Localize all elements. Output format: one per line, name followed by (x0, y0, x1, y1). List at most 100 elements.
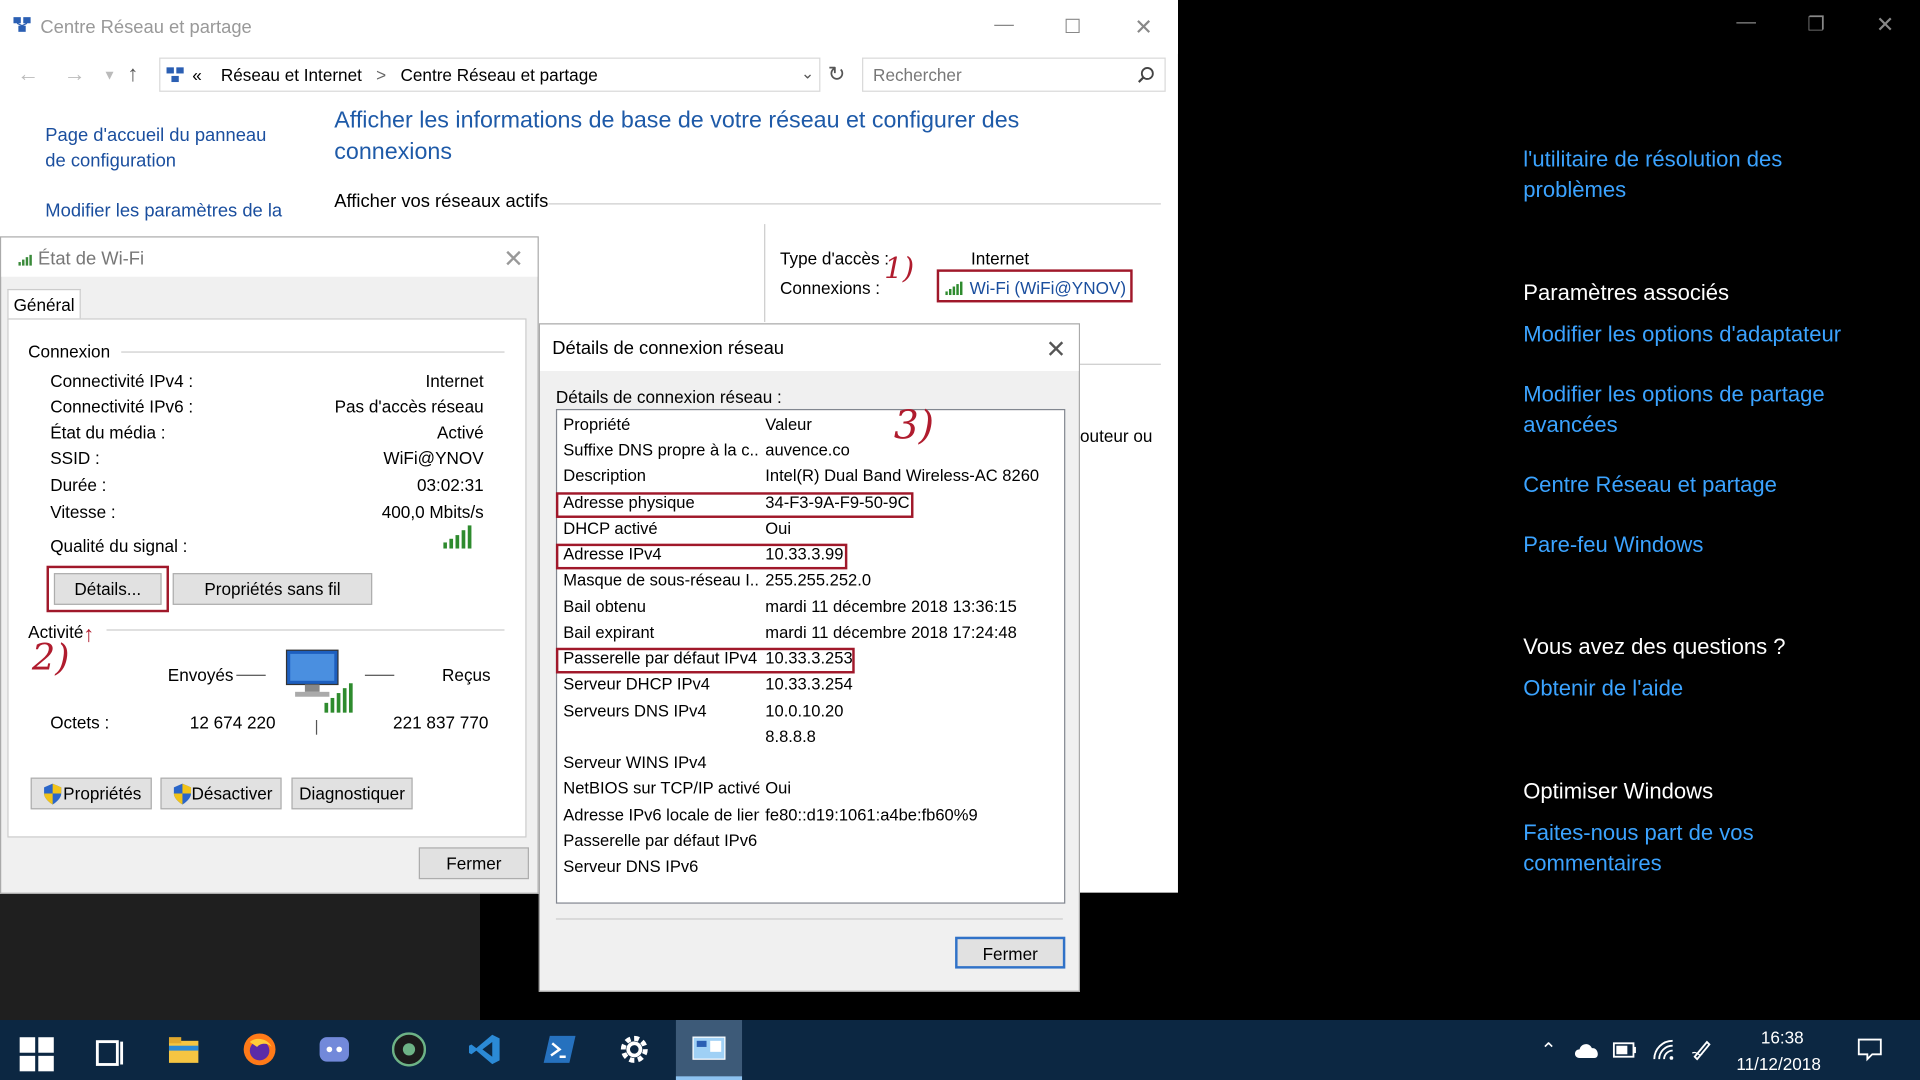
table-row-value: 8.8.8.8 (765, 727, 816, 746)
control-panel-home-link[interactable]: Page d'accueil du panneau de configurati… (45, 122, 290, 173)
control-panel-taskbar-button[interactable] (675, 1020, 743, 1080)
breadcrumb-network-internet[interactable]: Réseau et Internet (221, 65, 362, 85)
table-row[interactable]: Adresse IPv6 locale de lien (563, 806, 759, 824)
onedrive-cloud-icon[interactable] (1572, 1040, 1601, 1060)
adapter-options-link[interactable]: Modifier les options d'adaptateur (1523, 320, 1890, 351)
wireless-properties-button[interactable]: Propriétés sans fil (172, 573, 373, 605)
wifi-status-close-icon[interactable]: ✕ (503, 244, 524, 275)
action-center-icon[interactable] (1857, 1037, 1882, 1062)
tab-general[interactable]: Général (7, 288, 81, 320)
minimize-icon[interactable]: — (992, 15, 1016, 37)
column-header-value[interactable]: Valeur (765, 415, 812, 433)
table-row[interactable]: Passerelle par défaut IPv6 (563, 831, 759, 849)
search-input[interactable]: Rechercher (862, 57, 1166, 92)
file-explorer-icon[interactable] (167, 1032, 201, 1066)
clock-date[interactable]: 11/12/2018 (1736, 1054, 1821, 1074)
speed-value: 400,0 Mbits/s (381, 502, 484, 522)
table-row[interactable]: Description (563, 467, 759, 485)
feedback-link[interactable]: Faites-nous part de vos commentaires (1523, 818, 1890, 879)
close-icon[interactable]: ✕ (1131, 15, 1155, 41)
app-circle-icon[interactable] (391, 1032, 427, 1067)
sent-label: Envoyés (167, 664, 234, 685)
shield-icon (44, 783, 62, 805)
diagnose-button[interactable]: Diagnostiquer (291, 777, 413, 810)
search-icon[interactable] (1137, 66, 1155, 83)
annotation-arrow-icon: ↑ (83, 622, 95, 647)
signal-quality-icon (443, 525, 472, 549)
sharing-options-link[interactable]: Modifier les options de partage avancées (1523, 380, 1890, 441)
bytes-sent-value: 12 674 220 (189, 712, 276, 733)
signal-quality-label: Qualité du signal : (50, 536, 188, 556)
activity-divider (106, 629, 505, 631)
table-row-value: 10.33.3.254 (765, 674, 853, 694)
media-state-label: État du média : (50, 422, 166, 443)
address-dropdown-icon[interactable]: ⌄ (801, 64, 814, 84)
table-row[interactable]: Serveur DNS IPv6 (563, 857, 759, 875)
table-row-value: 10.0.10.20 (765, 701, 844, 721)
location-icon (166, 67, 184, 83)
task-view-icon[interactable] (93, 1036, 127, 1070)
breadcrumb-network-center[interactable]: Centre Réseau et partage (401, 65, 598, 85)
firewall-link[interactable]: Pare-feu Windows (1523, 530, 1890, 561)
column-header-property[interactable]: Propriété (563, 415, 759, 433)
table-row[interactable]: DHCP activé (563, 519, 759, 537)
table-row[interactable]: Serveur WINS IPv4 (563, 753, 759, 771)
clock-time[interactable]: 16:38 (1761, 1027, 1804, 1047)
up-arrow-icon[interactable]: ↑ (127, 61, 138, 87)
bg-close-icon[interactable]: ✕ (1876, 12, 1894, 38)
discord-icon[interactable] (317, 1032, 351, 1066)
vscode-icon[interactable] (468, 1032, 502, 1066)
table-row[interactable]: Serveur DHCP IPv4 (563, 675, 759, 693)
bg-restore-icon[interactable]: ❐ (1807, 12, 1825, 36)
table-row[interactable]: NetBIOS sur TCP/IP activé (563, 779, 759, 797)
table-row[interactable]: Serveurs DNS IPv4 (563, 702, 759, 720)
table-row-value: Oui (765, 778, 792, 798)
bytes-divider (315, 720, 318, 735)
access-type-label: Type d'accès : (780, 248, 890, 269)
network-center-icon (13, 17, 31, 32)
windows-start-icon[interactable] (19, 1037, 54, 1072)
refresh-icon[interactable]: ↻ (828, 62, 845, 86)
section-divider (548, 203, 1161, 205)
ssid-label: SSID : (50, 448, 100, 468)
troubleshoot-link[interactable]: l'utilitaire de résolution des problèmes (1523, 144, 1890, 205)
disable-button[interactable]: Désactiver (160, 777, 282, 810)
powershell-icon[interactable] (542, 1032, 576, 1066)
properties-label: Propriétés (63, 783, 142, 804)
details-close-icon[interactable]: ✕ (1046, 334, 1067, 365)
connection-divider (121, 351, 505, 353)
vertical-divider (764, 224, 766, 323)
address-field[interactable]: « Réseau et Internet > Centre Réseau et … (159, 57, 821, 92)
table-row[interactable]: Bail obtenu (563, 598, 759, 616)
table-row[interactable]: Masque de sous-réseau I... (563, 571, 759, 589)
wifi-status-close-button[interactable]: Fermer (418, 847, 529, 880)
battery-icon[interactable] (1612, 1042, 1637, 1058)
tray-expand-icon[interactable]: ⌃ (1540, 1038, 1556, 1062)
get-help-link[interactable]: Obtenir de l'aide (1523, 673, 1890, 704)
properties-button[interactable]: Propriétés (30, 777, 152, 810)
bytes-received-value: 221 837 770 (393, 712, 489, 733)
forward-arrow-icon[interactable]: → (64, 61, 86, 87)
maximize-icon[interactable]: ☐ (1060, 15, 1084, 39)
wifi-tray-icon[interactable] (1652, 1038, 1674, 1060)
table-row[interactable]: Suffixe DNS propre à la c... (563, 441, 759, 459)
firefox-icon[interactable] (242, 1032, 276, 1066)
details-close-button[interactable]: Fermer (955, 936, 1066, 969)
wifi-signal-icon (18, 254, 32, 266)
related-settings-header: Paramètres associés (1523, 280, 1730, 305)
bg-minimize-icon[interactable]: — (1736, 12, 1756, 34)
active-indicator (675, 1076, 743, 1080)
questions-header: Vous avez des questions ? (1523, 634, 1786, 659)
network-center-link[interactable]: Centre Réseau et partage (1523, 470, 1890, 501)
received-label: Reçus (442, 664, 491, 685)
breadcrumb-prefix: « (192, 64, 202, 85)
pen-ink-icon[interactable] (1691, 1038, 1713, 1061)
settings-gear-icon[interactable] (617, 1032, 651, 1066)
back-arrow-icon[interactable]: ← (17, 61, 39, 87)
control-panel-icon (692, 1036, 726, 1060)
wifi-status-dialog: État de Wi-Fi ✕ Général Connexion Connec… (0, 236, 539, 894)
table-row[interactable]: Bail expirant (563, 623, 759, 641)
table-row-value: auvence.co (765, 440, 850, 460)
change-adapter-settings-link[interactable]: Modifier les paramètres de la (45, 198, 290, 224)
recent-chevron-icon[interactable]: ▼ (103, 69, 116, 84)
